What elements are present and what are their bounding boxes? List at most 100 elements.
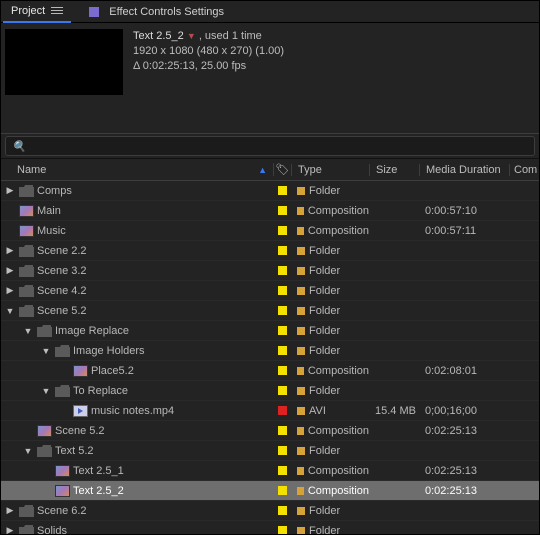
twisty-icon[interactable]: ▼	[41, 346, 51, 356]
type-label: Composition	[308, 205, 369, 217]
panel-menu-icon[interactable]	[51, 7, 63, 14]
type-swatch-icon	[297, 267, 305, 275]
tree-row-folder[interactable]: ▶Scene 2.2Folder	[1, 241, 539, 261]
selection-info: Text 2.5_2 ▼ , used 1 time 1920 x 1080 (…	[1, 23, 539, 133]
item-label: Text 2.5_2	[73, 485, 124, 497]
label-swatch[interactable]	[278, 286, 287, 295]
label-swatch[interactable]	[278, 426, 287, 435]
duration-cell: 0:02:25:13	[419, 485, 509, 497]
label-swatch[interactable]	[278, 226, 287, 235]
tree-row-folder[interactable]: ▼ Text 5.2 Folder	[1, 441, 539, 461]
item-label: Scene 4.2	[37, 285, 87, 297]
tree-row-item[interactable]: MusicComposition0:00:57:11	[1, 221, 539, 241]
duration-cell: 0:00:57:11	[419, 225, 509, 237]
tree-row-folder[interactable]: ▼Image ReplaceFolder	[1, 321, 539, 341]
twisty-icon[interactable]: ▶	[5, 525, 15, 534]
column-header-size[interactable]: Size	[369, 164, 419, 176]
label-swatch[interactable]	[278, 526, 287, 534]
twisty-icon[interactable]: ▶	[5, 245, 15, 256]
tree-row-folder[interactable]: ▶ Scene 3.2 Folder	[1, 261, 539, 281]
duration-cell: 0:02:25:13	[419, 465, 509, 477]
label-swatch[interactable]	[278, 406, 287, 415]
tree-row-item[interactable]: MainComposition0:00:57:10	[1, 201, 539, 221]
tab-project[interactable]: Project	[3, 1, 71, 23]
column-header-name[interactable]: Name ▲	[17, 164, 273, 176]
video-file-icon	[72, 404, 88, 418]
item-label: Text 5.2	[55, 445, 94, 457]
folder-icon	[36, 324, 52, 338]
tree-row-item[interactable]: Scene 5.2Composition0:02:25:13	[1, 421, 539, 441]
label-swatch[interactable]	[278, 486, 287, 495]
tree-row-item[interactable]: Text 2.5_1Composition0:02:25:13	[1, 461, 539, 481]
label-swatch[interactable]	[278, 506, 287, 515]
type-cell: Composition	[291, 225, 369, 237]
tree-row-folder[interactable]: ▶CompsFolder	[1, 181, 539, 201]
selection-dropdown-icon[interactable]: ▼	[187, 31, 196, 41]
duration-cell: 0:00:57:10	[419, 205, 509, 217]
tree-row-folder[interactable]: ▼Scene 5.2Folder	[1, 301, 539, 321]
twisty-icon[interactable]: ▶	[5, 285, 15, 296]
tree-row-item[interactable]: music notes.mp4AVI15.4 MB0;00;16;00	[1, 401, 539, 421]
type-label: Folder	[309, 265, 340, 277]
twisty-icon[interactable]: ▶	[5, 185, 15, 196]
project-tree[interactable]: ▶CompsFolderMainComposition0:00:57:10Mus…	[1, 181, 539, 534]
type-swatch-icon	[297, 207, 304, 215]
folder-icon	[18, 244, 34, 258]
selection-duration-fps: Δ 0:02:25:13, 25.00 fps	[133, 59, 284, 74]
type-label: Folder	[309, 385, 340, 397]
label-swatch[interactable]	[278, 386, 287, 395]
tree-row-folder[interactable]: ▶Scene 6.2Folder	[1, 501, 539, 521]
type-swatch-icon	[297, 367, 304, 375]
tree-row-folder[interactable]: ▼To ReplaceFolder	[1, 381, 539, 401]
type-cell: Composition	[291, 205, 369, 217]
search-input[interactable]: 🔍	[5, 136, 535, 156]
column-header-label[interactable]: 🏷	[273, 163, 291, 176]
column-header-name-label: Name	[17, 164, 46, 176]
type-label: Composition	[308, 485, 369, 497]
item-label: Scene 5.2	[55, 425, 105, 437]
label-swatch[interactable]	[278, 306, 287, 315]
label-swatch[interactable]	[278, 366, 287, 375]
column-header-comment[interactable]: Com	[509, 164, 539, 176]
label-swatch[interactable]	[278, 446, 287, 455]
folder-icon	[18, 504, 34, 518]
twisty-icon[interactable]: ▶	[5, 265, 15, 276]
tree-row-folder[interactable]: ▼Image HoldersFolder	[1, 341, 539, 361]
type-cell: Folder	[291, 185, 369, 197]
label-swatch[interactable]	[278, 326, 287, 335]
folder-icon	[54, 384, 70, 398]
tree-row-item[interactable]: Text 2.5_2 Composition 0:02:25:13	[1, 481, 539, 501]
folder-icon	[36, 444, 52, 458]
column-header-type[interactable]: Type	[291, 164, 369, 176]
label-swatch[interactable]	[278, 246, 287, 255]
type-cell: Folder	[291, 505, 369, 517]
type-swatch-icon	[297, 247, 305, 255]
selection-info-text: Text 2.5_2 ▼ , used 1 time 1920 x 1080 (…	[133, 29, 284, 123]
column-header-duration[interactable]: Media Duration	[419, 164, 509, 176]
twisty-icon[interactable]: ▼	[23, 446, 33, 456]
item-label: Scene 5.2	[37, 305, 87, 317]
label-swatch[interactable]	[278, 346, 287, 355]
label-swatch[interactable]	[278, 206, 287, 215]
label-swatch[interactable]	[278, 186, 287, 195]
label-swatch[interactable]	[278, 266, 287, 275]
twisty-icon[interactable]: ▼	[41, 386, 51, 396]
type-label: Folder	[309, 525, 340, 535]
type-cell: AVI	[291, 405, 369, 417]
item-label: Scene 3.2	[37, 265, 87, 277]
tab-effect-controls[interactable]: Effect Controls Settings	[81, 2, 232, 22]
twisty-icon[interactable]: ▼	[5, 306, 15, 316]
label-swatch[interactable]	[278, 466, 287, 475]
sort-ascending-icon[interactable]: ▲	[258, 165, 267, 175]
type-label: Composition	[308, 425, 369, 437]
tree-row-folder[interactable]: ▶Scene 4.2Folder	[1, 281, 539, 301]
twisty-icon[interactable]: ▼	[23, 326, 33, 336]
twisty-icon[interactable]: ▶	[5, 505, 15, 516]
tree-row-item[interactable]: Place5.2Composition0:02:08:01	[1, 361, 539, 381]
type-label: Folder	[309, 445, 340, 457]
type-label: AVI	[309, 405, 326, 417]
composition-icon	[72, 364, 88, 378]
selection-thumbnail[interactable]	[5, 29, 123, 95]
type-cell: Composition	[291, 365, 369, 377]
tree-row-folder[interactable]: ▶SolidsFolder	[1, 521, 539, 534]
